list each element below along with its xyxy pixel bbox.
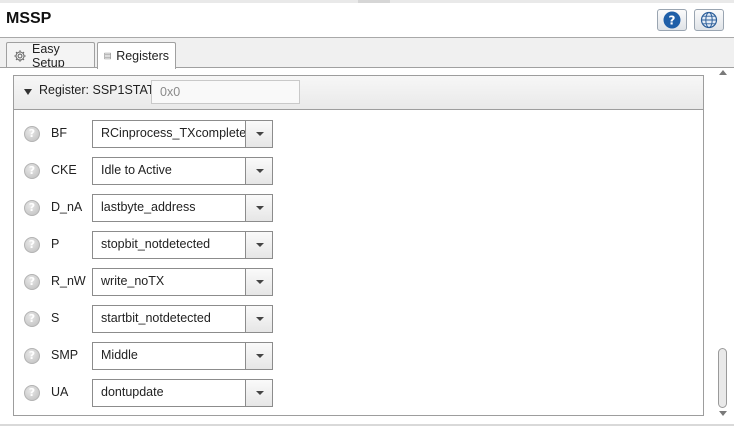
register-field-row: ? CKE Idle to Active: [14, 157, 703, 185]
scroll-up-arrow-icon[interactable]: [719, 70, 727, 75]
register-field-row: ? Sstartbit_notdetected: [14, 305, 703, 333]
app-title: MSSP: [6, 10, 52, 27]
field-label: SMP: [51, 348, 79, 362]
field-label: UA: [51, 385, 69, 399]
field-label: P: [51, 237, 60, 251]
field-value-dropdown[interactable]: write_noTX: [92, 268, 273, 296]
help-button[interactable]: ?: [657, 9, 687, 31]
register-field-row: ? BF RCinprocess_TXcomplete: [14, 120, 703, 148]
field-help-icon[interactable]: ?: [24, 385, 40, 401]
help-icon: ?: [663, 11, 681, 29]
svg-text:?: ?: [669, 14, 676, 28]
chevron-down-icon[interactable]: [245, 158, 272, 184]
field-value: Middle: [101, 348, 138, 362]
field-value: write_noTX: [101, 274, 165, 288]
register-value-field[interactable]: 0x0: [151, 80, 300, 104]
field-label: D_nA: [51, 200, 83, 214]
chevron-down-icon[interactable]: [245, 343, 272, 369]
field-value-dropdown[interactable]: Idle to Active: [92, 157, 273, 185]
register-header[interactable]: Register: SSP1STAT 0x0: [14, 76, 703, 110]
field-help-icon[interactable]: ?: [24, 348, 40, 364]
field-help-icon[interactable]: ?: [24, 126, 40, 142]
chevron-down-icon[interactable]: [245, 195, 272, 221]
tab-easy-setup[interactable]: Easy Setup: [6, 41, 95, 70]
scroll-thumb[interactable]: [718, 348, 727, 408]
chevron-down-icon[interactable]: [245, 306, 272, 332]
field-value: dontupdate: [101, 385, 164, 399]
field-value: RCinprocess_TXcomplete: [101, 126, 247, 140]
field-value-dropdown[interactable]: RCinprocess_TXcomplete: [92, 120, 273, 148]
field-value-dropdown[interactable]: Middle: [92, 342, 273, 370]
register-field-row: ? Pstopbit_notdetected: [14, 231, 703, 259]
chevron-down-icon[interactable]: [245, 380, 272, 406]
register-field-row: ? D_nA lastbyte_address: [14, 194, 703, 222]
vertical-scrollbar[interactable]: [717, 68, 729, 418]
field-value-dropdown[interactable]: stopbit_notdetected: [92, 231, 273, 259]
chevron-down-icon[interactable]: [245, 232, 272, 258]
register-field-row: ? R_nW write_noTX: [14, 268, 703, 296]
gear-icon: [14, 49, 26, 62]
chevron-down-icon[interactable]: [245, 121, 272, 147]
register-label: Register: SSP1STAT: [39, 83, 155, 97]
register-field-row: ? SMP Middle: [14, 342, 703, 370]
field-help-icon[interactable]: ?: [24, 200, 40, 216]
register-field-row: ? UA dontupdate: [14, 379, 703, 407]
field-value-dropdown[interactable]: dontupdate: [92, 379, 273, 407]
tab-strip: Easy Setup Registers: [0, 38, 734, 70]
tab-registers-label: Registers: [116, 49, 169, 63]
field-label: S: [51, 311, 60, 325]
tab-easy-setup-label: Easy Setup: [32, 41, 65, 70]
field-value: stopbit_notdetected: [101, 237, 211, 251]
field-value: Idle to Active: [101, 163, 172, 177]
chevron-down-icon[interactable]: [245, 269, 272, 295]
field-label: CKE: [51, 163, 77, 177]
field-value-dropdown[interactable]: lastbyte_address: [92, 194, 273, 222]
scroll-down-arrow-icon[interactable]: [719, 411, 727, 416]
field-value-dropdown[interactable]: startbit_notdetected: [92, 305, 273, 333]
field-help-icon[interactable]: ?: [24, 163, 40, 179]
field-value: startbit_notdetected: [101, 311, 211, 325]
globe-button[interactable]: [694, 9, 724, 31]
field-label: R_nW: [51, 274, 86, 288]
field-help-icon[interactable]: ?: [24, 274, 40, 290]
tab-registers[interactable]: Registers: [97, 42, 176, 69]
field-value: lastbyte_address: [101, 200, 196, 214]
collapse-arrow-icon[interactable]: [24, 89, 32, 95]
globe-icon: [700, 11, 718, 29]
field-label: BF: [51, 126, 67, 140]
field-help-icon[interactable]: ?: [24, 237, 40, 253]
register-panel: Register: SSP1STAT 0x0 ? BF RCinprocess_TX…: [13, 75, 704, 416]
title-bar: MSSP ?: [0, 3, 734, 37]
table-icon: [104, 52, 111, 60]
field-help-icon[interactable]: ?: [24, 311, 40, 327]
